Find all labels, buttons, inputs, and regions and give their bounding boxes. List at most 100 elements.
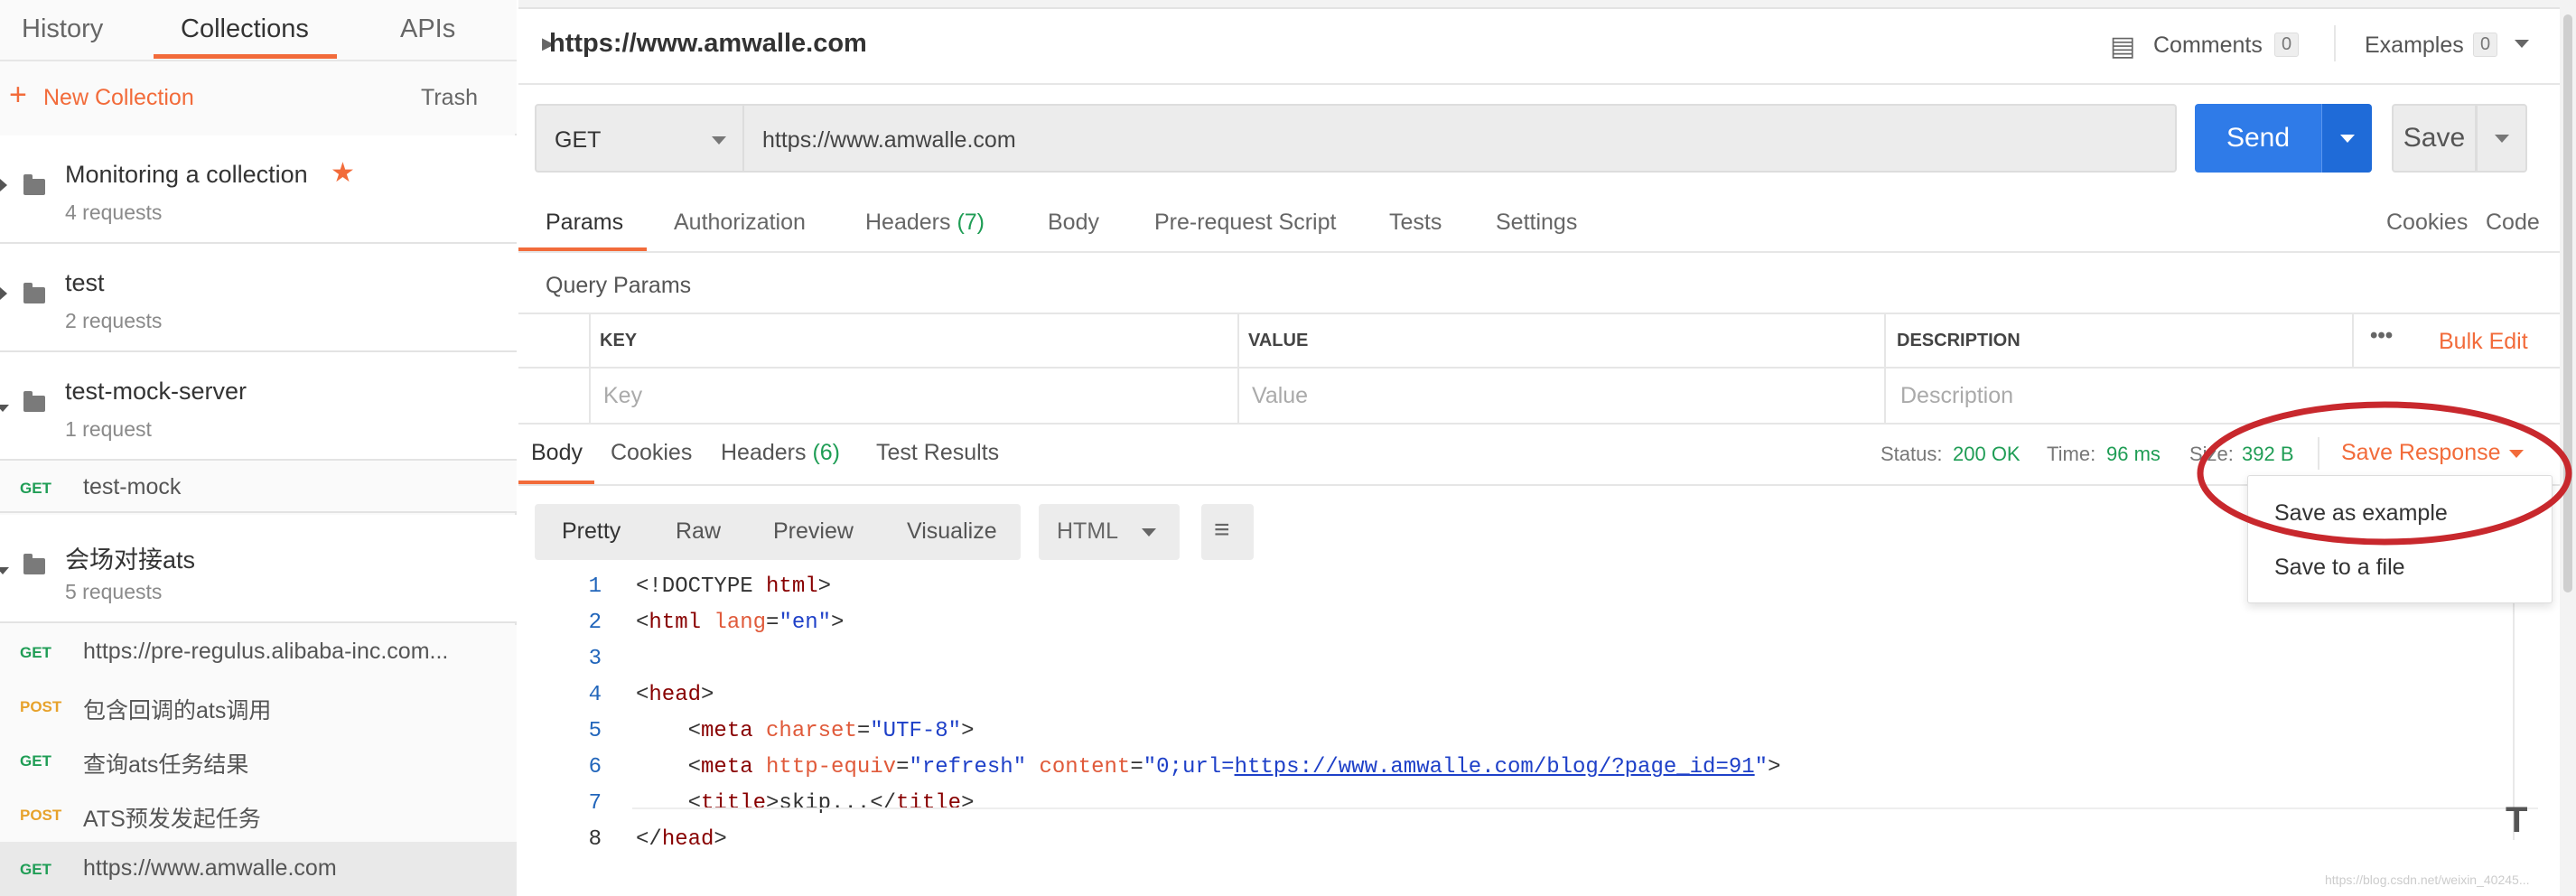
collection-name: test-mock-server — [65, 378, 247, 405]
bulk-edit-link[interactable]: Bulk Edit — [2439, 329, 2528, 355]
value-input[interactable]: Value — [1252, 383, 1308, 409]
column-header-key: KEY — [600, 331, 638, 350]
query-params-title: Query Params — [546, 273, 692, 298]
description-input[interactable]: Description — [1900, 383, 2013, 409]
request-item[interactable]: POST 包含回调的ats调用 — [0, 679, 517, 733]
save-button[interactable]: Save — [2392, 104, 2477, 173]
collection-test[interactable]: test 2 requests — [0, 244, 517, 352]
response-tab-test-results[interactable]: Test Results — [876, 440, 999, 466]
folder-icon — [23, 391, 45, 412]
code-line: <!DOCTYPE html> — [636, 574, 832, 599]
examples-label[interactable]: Examples — [2365, 33, 2464, 59]
view-visualize[interactable]: Visualize — [907, 518, 997, 545]
trash-button[interactable]: Trash — [421, 85, 478, 111]
save-options-button[interactable] — [2477, 104, 2527, 173]
active-tab-indicator — [154, 54, 337, 59]
request-item-test-mock[interactable]: GET test-mock — [0, 461, 517, 513]
folder-icon — [23, 283, 45, 303]
table-border — [518, 367, 2562, 369]
caret-right-icon — [0, 287, 7, 300]
send-options-button[interactable] — [2321, 104, 2372, 173]
request-tab-strip[interactable] — [518, 0, 2562, 9]
postman-window: History Collections APIs + New Collectio… — [0, 0, 2576, 896]
tab-history[interactable]: History — [22, 14, 103, 44]
collection-ats[interactable]: 会场对接ats 5 requests — [0, 515, 517, 623]
request-name: ATS预发发起任务 — [83, 807, 261, 832]
status-value: 200 OK — [1953, 443, 2021, 465]
view-pretty[interactable]: Pretty — [562, 518, 621, 545]
request-title[interactable]: https://www.amwalle.com — [549, 29, 867, 59]
collection-count: 4 requests — [65, 201, 163, 224]
method-select[interactable]: GET — [535, 104, 744, 173]
watermark: https://blog.csdn.net/weixin_40245... — [2325, 873, 2530, 887]
code-link[interactable]: Code — [2486, 210, 2540, 236]
caret-down-icon — [0, 567, 9, 574]
method-badge: GET — [20, 644, 51, 661]
tab-body[interactable]: Body — [1048, 210, 1099, 236]
view-raw[interactable]: Raw — [676, 518, 721, 545]
code-line: <html lang="en"> — [636, 611, 845, 635]
method-value: GET — [555, 127, 602, 153]
method-badge: GET — [20, 861, 51, 878]
request-item[interactable]: POST ATS预发发起任务 — [0, 788, 517, 842]
response-tab-body[interactable]: Body — [531, 440, 583, 466]
url-input[interactable]: https://www.amwalle.com — [744, 104, 2177, 173]
send-button[interactable]: Send — [2195, 104, 2321, 173]
annotation-ellipse-shape — [2197, 401, 2572, 546]
examples-count: 0 — [2473, 33, 2498, 57]
chevron-down-icon[interactable] — [2515, 40, 2529, 48]
divider — [518, 83, 2562, 85]
new-collection-button[interactable]: New Collection — [43, 85, 194, 111]
comments-count: 0 — [2274, 33, 2300, 57]
code-line: <meta http-equiv="refresh" content="0;ur… — [636, 755, 1781, 779]
code-line: <head> — [636, 683, 714, 707]
comments-label[interactable]: Comments — [2153, 33, 2263, 59]
line-number: 4 — [588, 683, 602, 707]
response-tab-headers[interactable]: Headers (6) — [721, 440, 840, 466]
code-line: <title>skip...</title> — [636, 791, 975, 816]
line-number: 6 — [588, 755, 602, 779]
table-border — [1237, 313, 1239, 423]
collection-test-mock-server[interactable]: test-mock-server 1 request — [0, 352, 517, 461]
format-select[interactable]: HTML — [1039, 504, 1180, 560]
key-input[interactable]: Key — [603, 383, 642, 409]
line-number: 3 — [588, 647, 602, 671]
tab-settings[interactable]: Settings — [1496, 210, 1577, 236]
tab-headers[interactable]: Headers (7) — [865, 210, 985, 236]
tab-prerequest-script[interactable]: Pre-request Script — [1154, 210, 1336, 236]
collection-count: 2 requests — [65, 309, 163, 332]
line-number: 5 — [588, 719, 602, 743]
sidebar-tabs: History Collections APIs — [0, 0, 517, 61]
request-item[interactable]: GET 查询ats任务结果 — [0, 733, 517, 788]
tab-collections[interactable]: Collections — [181, 14, 309, 44]
table-border — [1884, 313, 1886, 423]
cookies-link[interactable]: Cookies — [2386, 210, 2468, 236]
tab-tests[interactable]: Tests — [1389, 210, 1442, 236]
view-preview[interactable]: Preview — [773, 518, 854, 545]
folder-icon — [23, 554, 45, 574]
divider — [518, 251, 2562, 253]
collection-count: 5 requests — [65, 580, 163, 603]
menu-item-save-to-file[interactable]: Save to a file — [2274, 555, 2405, 581]
request-item-selected[interactable]: GET https://www.amwalle.com — [0, 842, 517, 896]
request-item[interactable]: GET https://pre-regulus.alibaba-inc.com.… — [0, 625, 517, 679]
wrap-lines-button[interactable]: ≡ — [1201, 504, 1254, 560]
tab-authorization[interactable]: Authorization — [674, 210, 806, 236]
tab-params[interactable]: Params — [546, 210, 623, 236]
request-name: test-mock — [83, 474, 182, 499]
line-number: 8 — [588, 827, 602, 852]
line-number: 2 — [588, 611, 602, 635]
folder-icon — [23, 174, 45, 195]
collection-monitoring[interactable]: Monitoring a collection ★ 4 requests — [0, 135, 517, 244]
response-headers-count: (6) — [812, 440, 841, 465]
plus-icon: + — [9, 78, 27, 112]
request-name: https://www.amwalle.com — [83, 855, 337, 881]
star-icon[interactable]: ★ — [331, 157, 355, 189]
chevron-down-icon — [1142, 528, 1156, 537]
column-header-description: DESCRIPTION — [1897, 331, 2021, 350]
response-tab-cookies[interactable]: Cookies — [611, 440, 692, 466]
tab-apis[interactable]: APIs — [400, 14, 455, 44]
more-options-icon[interactable]: ••• — [2370, 323, 2393, 349]
chevron-down-icon — [2494, 135, 2509, 143]
response-body-code[interactable]: 1 <!DOCTYPE html> 2 <html lang="en"> 3 4 <head… — [518, 574, 2562, 852]
